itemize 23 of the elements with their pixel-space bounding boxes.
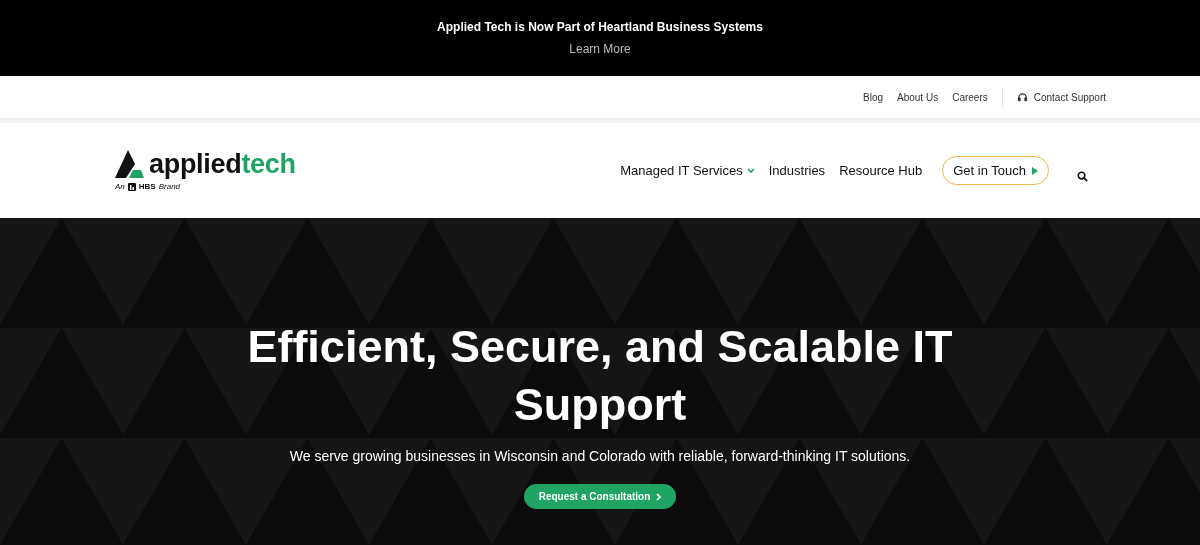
hero-subtitle: We serve growing businesses in Wisconsin and Colorado with reliable, forward-thinking IT solutions. [289, 448, 911, 464]
learn-more-link[interactable]: Learn More [569, 42, 631, 56]
hero-title: Efficient, Secure, and Scalable IT Support [246, 320, 954, 432]
applied-tech-logo[interactable]: appliedtech An HBS Brand [115, 150, 296, 191]
chevron-right-icon [656, 492, 662, 501]
utility-link[interactable]: Careers [952, 91, 988, 103]
building-icon [127, 182, 136, 191]
contact-support-link[interactable]: Contact Support [1016, 91, 1106, 103]
headset-icon [1016, 91, 1028, 103]
utility-link[interactable]: About Us [897, 91, 939, 103]
logo-tagline-suffix: Brand [158, 182, 181, 191]
search-icon[interactable] [1077, 171, 1088, 182]
logo-tagline-prefix: An [115, 182, 125, 191]
nav-link[interactable]: Resource Hub [839, 163, 923, 178]
nav-link[interactable]: Industries [768, 163, 826, 178]
nav-link[interactable]: Managed IT Services [620, 163, 755, 178]
logo-mark-icon [115, 150, 145, 178]
play-icon [1032, 166, 1038, 175]
chevron-down-icon [746, 167, 755, 174]
logo-tagline-brand: HBS [138, 182, 156, 191]
logo-wordmark: appliedtech [149, 151, 296, 178]
utility-link[interactable]: Blog [863, 91, 883, 103]
announcement-title: Applied Tech is Now Part of Heartland Business Systems [437, 20, 763, 34]
